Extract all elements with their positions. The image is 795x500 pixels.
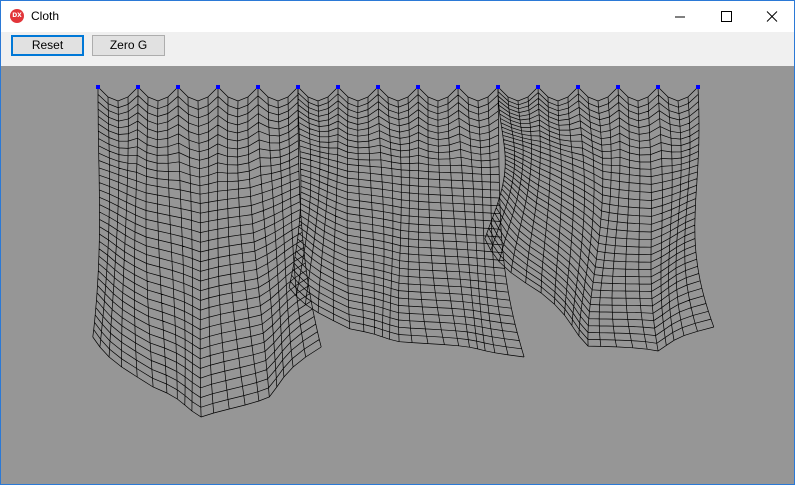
cloth-pin[interactable] (216, 85, 220, 89)
zero-g-button[interactable]: Zero G (92, 35, 165, 56)
cloth-scene[interactable] (1, 66, 794, 484)
title-bar[interactable]: DX Cloth (1, 1, 794, 32)
toolbar: Reset Zero G (1, 32, 794, 66)
maximize-button[interactable] (703, 1, 749, 32)
cloth-panel[interactable] (92, 86, 322, 418)
close-button[interactable] (749, 1, 795, 32)
cloth-panel[interactable] (288, 86, 525, 358)
cloth-pin[interactable] (136, 85, 140, 89)
cloth-mesh (92, 86, 322, 418)
minimize-icon (675, 16, 685, 18)
cloth-simulation-canvas[interactable] (1, 66, 794, 484)
cloth-pin[interactable] (336, 85, 340, 89)
minimize-button[interactable] (657, 1, 703, 32)
cloth-pin[interactable] (296, 85, 300, 89)
cloth-pin[interactable] (376, 85, 380, 89)
cloth-pin[interactable] (256, 85, 260, 89)
cloth-pin[interactable] (96, 85, 100, 89)
app-window: DX Cloth Reset Zero G (0, 0, 795, 485)
cloth-pin[interactable] (496, 85, 500, 89)
maximize-icon (721, 11, 732, 22)
app-icon: DX (10, 9, 24, 23)
cloth-pin[interactable] (656, 85, 660, 89)
cloth-pin[interactable] (416, 85, 420, 89)
cloth-mesh (288, 86, 525, 358)
cloth-pin[interactable] (576, 85, 580, 89)
reset-button[interactable]: Reset (11, 35, 84, 56)
cloth-pin[interactable] (696, 85, 700, 89)
cloth-mesh (484, 86, 715, 352)
cloth-pin[interactable] (176, 85, 180, 89)
close-icon (766, 11, 778, 22)
window-title: Cloth (31, 9, 60, 23)
cloth-panel[interactable] (484, 86, 715, 352)
cloth-pin[interactable] (536, 85, 540, 89)
cloth-pin[interactable] (616, 85, 620, 89)
cloth-pin[interactable] (456, 85, 460, 89)
